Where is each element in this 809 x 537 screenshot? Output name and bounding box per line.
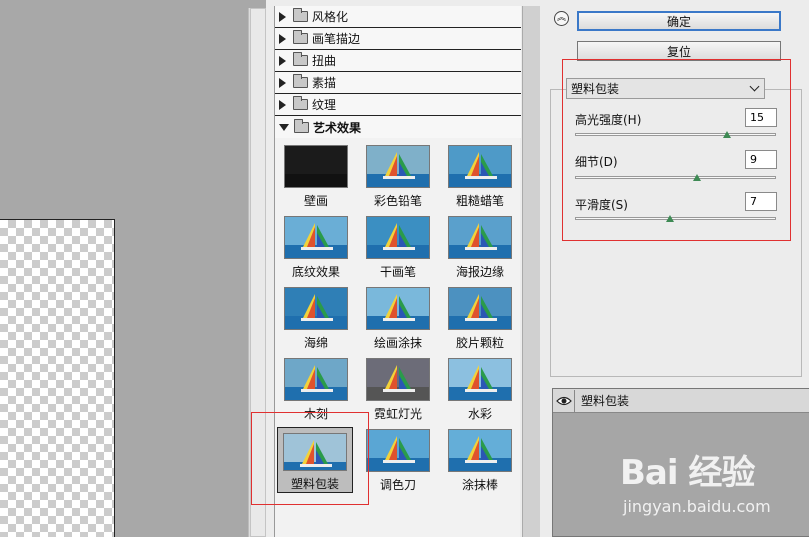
category-distort[interactable]: 扭曲 — [275, 50, 521, 72]
settings-panel: ︽ 确定 复位 塑料包装 高光强度(H) 细节(D) 平滑度(S) 塑料包装 — [542, 0, 809, 537]
filter-preview-image — [366, 287, 430, 330]
filter-thumbnail[interactable]: 胶片颗粒 — [439, 282, 521, 353]
filter-thumbnail-label: 调色刀 — [379, 478, 416, 492]
folder-icon — [293, 74, 308, 88]
preview-scrollbar[interactable] — [248, 8, 266, 537]
chevron-down-icon — [749, 81, 760, 92]
category-label: 扭曲 — [312, 54, 337, 68]
folder-icon — [293, 96, 308, 110]
filter-thumbnail[interactable]: 霓虹灯光 — [357, 353, 439, 424]
category-label: 风格化 — [312, 10, 349, 24]
category-artistic[interactable]: 艺术效果 — [275, 116, 521, 138]
filter-thumbnail-label: 胶片颗粒 — [455, 336, 504, 350]
filter-thumbnail[interactable]: 涂抹棒 — [439, 424, 521, 495]
filter-thumbnail[interactable]: 底纹效果 — [275, 211, 357, 282]
filter-thumbnail-grid: 壁画 彩色铅笔 粗糙蜡笔底纹效果 干画笔 海报边缘海绵 绘画涂抹 胶片颗粒木刻 霓虹灯光 水彩塑… — [275, 140, 521, 495]
filter-gallery: 风格化 画笔描边 扭曲 素描 纹理 艺术效果 壁画 彩色铅笔 粗糙蜡笔底纹效果 干画笔… — [274, 6, 521, 537]
filter-thumbnail[interactable]: 木刻 — [275, 353, 357, 424]
filter-preview-image — [284, 287, 348, 330]
filter-preview-image — [448, 216, 512, 259]
smoothness-label: 平滑度(S) — [575, 198, 628, 212]
filter-preview-image — [366, 429, 430, 472]
filter-thumbnail[interactable]: 海绵 — [275, 282, 357, 353]
folder-icon — [293, 52, 308, 66]
category-label: 纹理 — [312, 98, 337, 112]
filter-thumbnail-label: 木刻 — [303, 407, 328, 421]
category-label: 艺术效果 — [313, 120, 362, 135]
filter-thumbnail-label: 水彩 — [467, 407, 492, 421]
filter-thumbnail-label: 底纹效果 — [291, 265, 340, 279]
preview-area[interactable] — [0, 0, 266, 537]
filter-thumbnail[interactable]: 壁画 — [275, 140, 357, 211]
expand-arrow-icon — [279, 77, 286, 88]
category-sketch[interactable]: 素描 — [275, 72, 521, 94]
effect-layers-panel: 塑料包装 — [552, 388, 809, 537]
filter-preview-image — [284, 145, 348, 188]
filter-thumbnail[interactable]: 干画笔 — [357, 211, 439, 282]
detail-label: 细节(D) — [575, 155, 618, 169]
filter-thumbnail[interactable]: 调色刀 — [357, 424, 439, 495]
filter-preview-image — [283, 433, 347, 471]
filter-preview-image — [366, 145, 430, 188]
slider-handle[interactable] — [692, 174, 701, 181]
filter-thumbnail[interactable]: 绘画涂抹 — [357, 282, 439, 353]
filter-preview-image — [284, 216, 348, 259]
highlight-strength-label: 高光强度(H) — [575, 113, 642, 127]
folder-open-icon — [294, 118, 309, 133]
filter-thumbnail-label: 海报边缘 — [455, 265, 504, 279]
folder-icon — [293, 30, 308, 44]
filter-thumbnail-label: 涂抹棒 — [461, 478, 498, 492]
filter-thumbnail-label: 霓虹灯光 — [373, 407, 422, 421]
filter-select[interactable]: 塑料包装 — [566, 78, 765, 99]
collapse-arrow-icon — [279, 123, 289, 131]
category-stylize[interactable]: 风格化 — [275, 6, 521, 28]
expand-arrow-icon — [279, 99, 286, 110]
filter-preview-image — [284, 358, 348, 401]
category-label: 画笔描边 — [312, 32, 361, 46]
filter-thumbnail[interactable]: 粗糙蜡笔 — [439, 140, 521, 211]
expand-arrow-icon — [279, 33, 286, 44]
detail-slider[interactable] — [575, 174, 776, 181]
filter-preview-image — [448, 358, 512, 401]
filter-thumbnail[interactable]: 彩色铅笔 — [357, 140, 439, 211]
chevron-up-icon[interactable]: ︽ — [554, 11, 569, 26]
expand-arrow-icon — [279, 55, 286, 66]
smoothness-input[interactable] — [745, 192, 777, 211]
ok-button[interactable]: 确定 — [577, 11, 781, 31]
detail-input[interactable] — [745, 150, 777, 169]
filter-preview-image — [448, 429, 512, 472]
slider-handle[interactable] — [665, 215, 674, 222]
expand-arrow-icon — [279, 11, 286, 22]
transparent-canvas[interactable] — [0, 219, 115, 537]
filter-thumbnail[interactable]: 水彩 — [439, 353, 521, 424]
smoothness-slider[interactable] — [575, 215, 776, 222]
filter-preview-image — [366, 358, 430, 401]
gallery-scrollbar[interactable] — [522, 6, 540, 537]
effect-layer-row[interactable]: 塑料包装 — [553, 389, 809, 413]
eye-icon[interactable] — [553, 389, 575, 412]
highlight-strength-slider[interactable] — [575, 131, 776, 138]
slider-handle[interactable] — [722, 131, 731, 138]
filter-thumbnail-label: 塑料包装 — [290, 477, 339, 491]
category-texture[interactable]: 纹理 — [275, 94, 521, 116]
filter-thumbnail-label: 彩色铅笔 — [373, 194, 422, 208]
folder-icon — [293, 8, 308, 22]
preview-scrollbar-thumb[interactable] — [250, 8, 266, 537]
filter-thumbnail-label: 海绵 — [303, 336, 328, 350]
filter-thumbnail-label: 壁画 — [303, 194, 328, 208]
filter-thumbnail[interactable]: 海报边缘 — [439, 211, 521, 282]
effect-layer-name: 塑料包装 — [581, 394, 630, 408]
filter-preview-image — [448, 287, 512, 330]
filter-preview-image — [448, 145, 512, 188]
reset-button[interactable]: 复位 — [577, 41, 781, 61]
filter-select-value: 塑料包装 — [571, 82, 620, 96]
highlight-strength-input[interactable] — [745, 108, 777, 127]
category-brush-strokes[interactable]: 画笔描边 — [275, 28, 521, 50]
filter-thumbnail-label: 干画笔 — [379, 265, 416, 279]
category-label: 素描 — [312, 76, 337, 90]
filter-thumbnail-label: 粗糙蜡笔 — [455, 194, 504, 208]
filter-thumbnail[interactable]: 塑料包装 — [277, 427, 353, 493]
filter-preview-image — [366, 216, 430, 259]
filter-thumbnail-label: 绘画涂抹 — [373, 336, 422, 350]
